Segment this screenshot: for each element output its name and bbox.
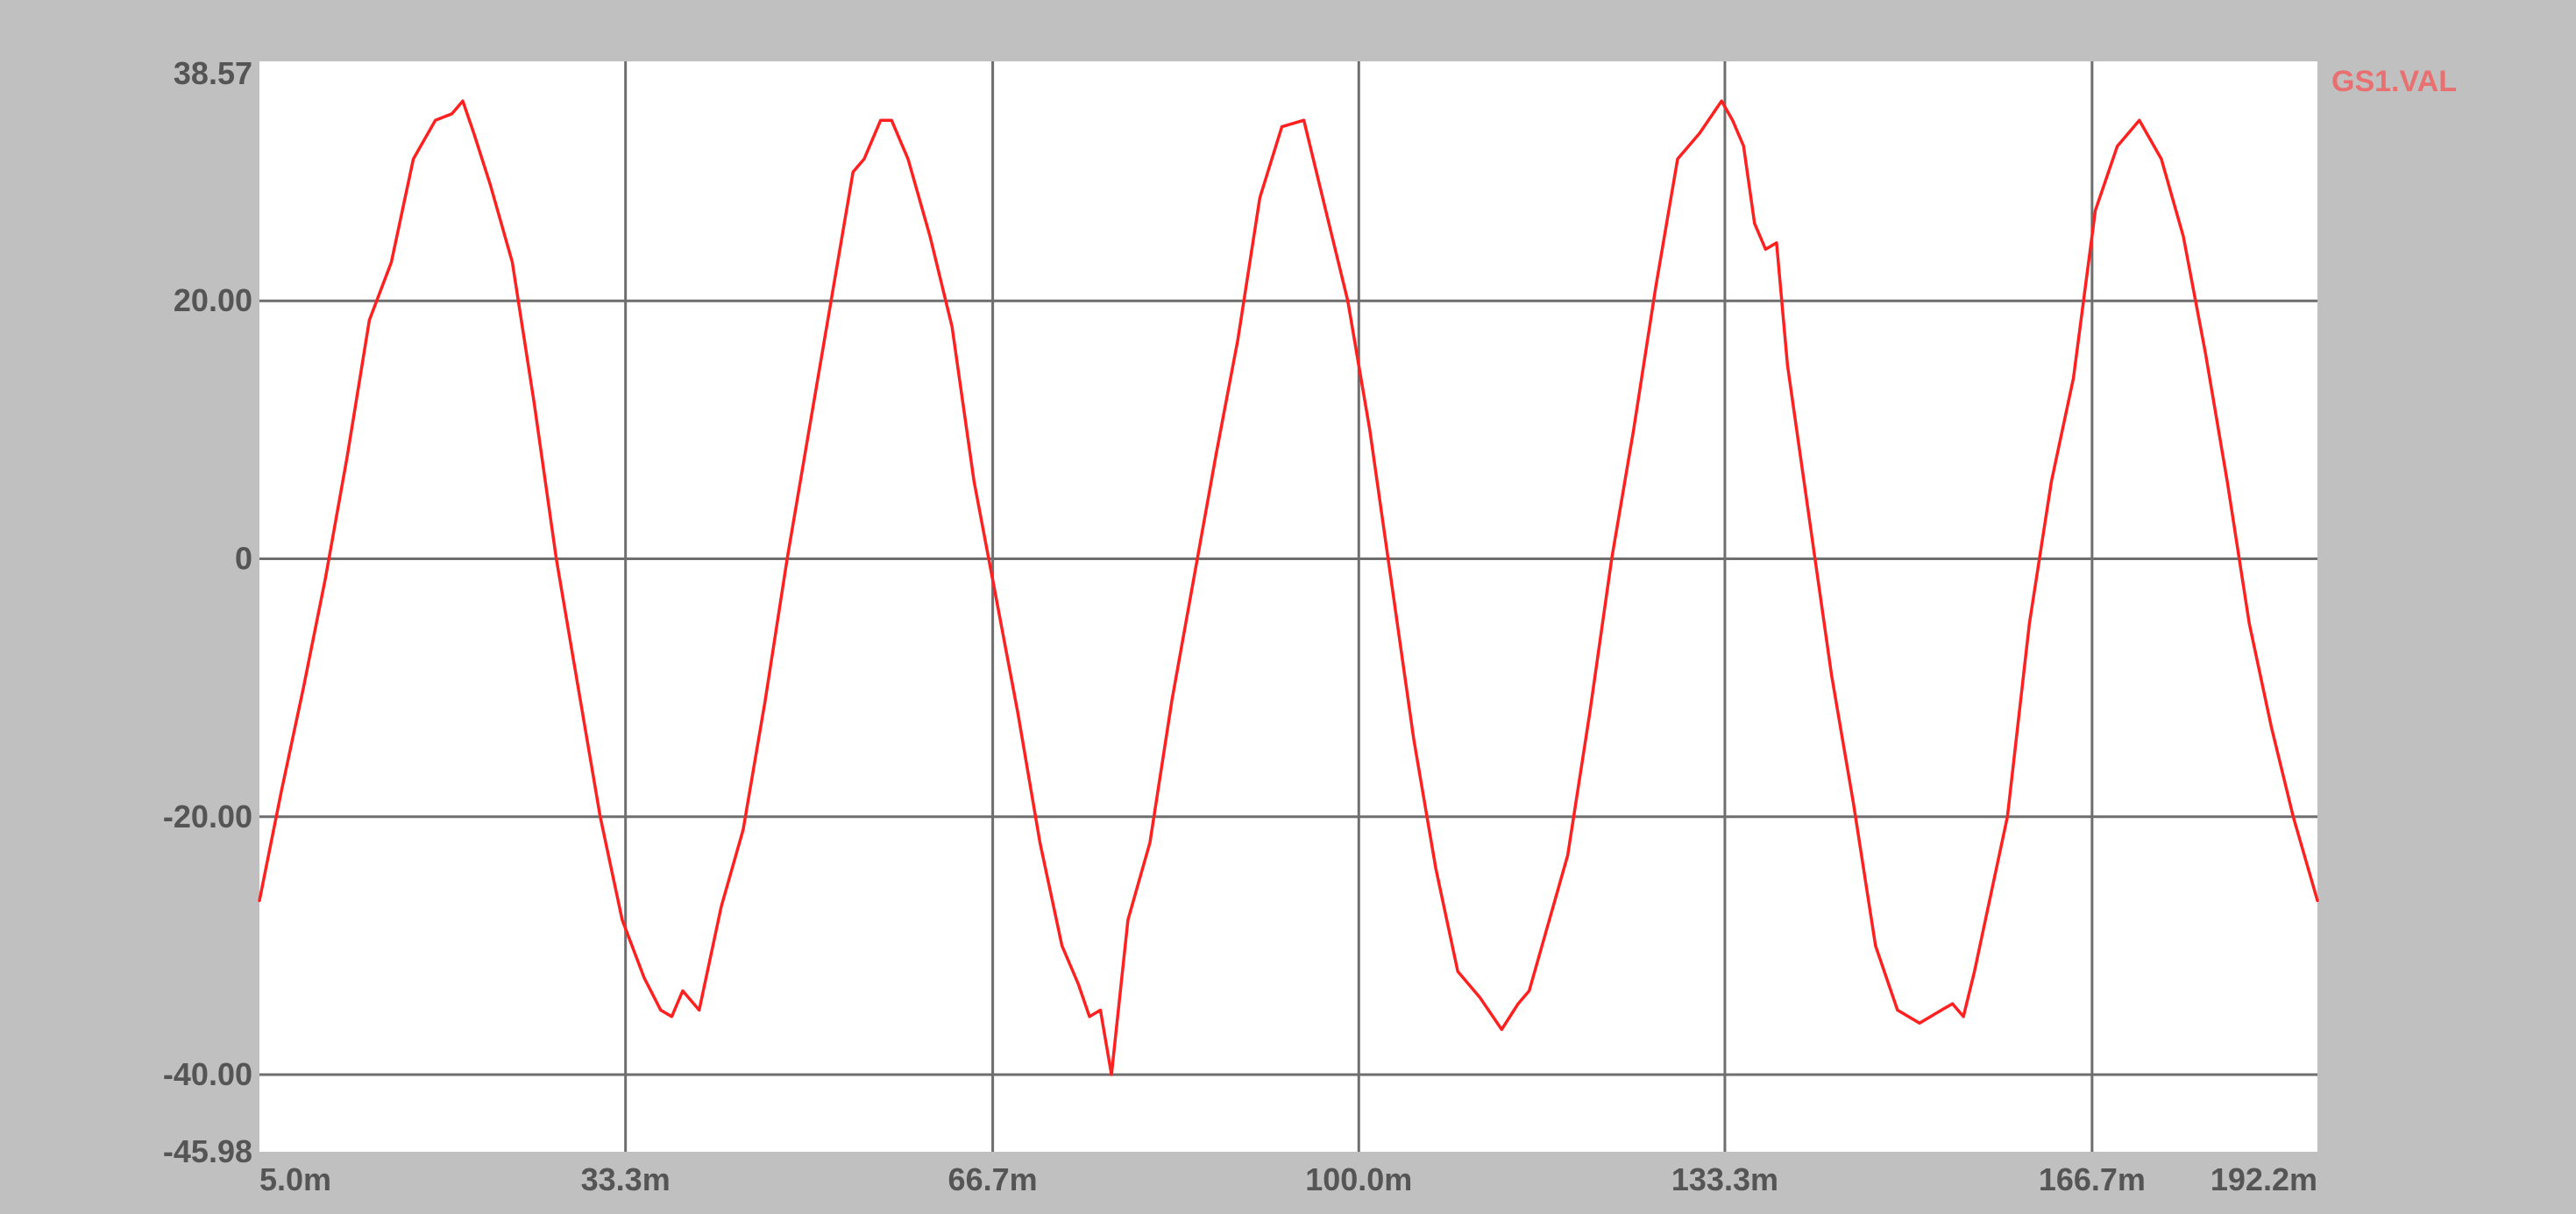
y-tick-label: -40.00: [163, 1056, 252, 1092]
y-tick-label: -45.98: [163, 1133, 252, 1169]
y-tick-label: 0: [235, 540, 252, 576]
chart: 38.57 20.00 0 -20.00 -40.00 -45.98 5.0m 33.3m 6…: [0, 0, 2576, 1214]
x-tick-label: 33.3m: [581, 1161, 671, 1197]
x-tick-label: 66.7m: [948, 1161, 1038, 1197]
y-tick-label: -20.00: [163, 799, 252, 834]
plot-area: [259, 61, 2317, 1152]
legend: GS1.VAL: [2331, 65, 2457, 98]
x-tick-label: 100.0m: [1305, 1161, 1412, 1197]
x-tick-label: 133.3m: [1671, 1161, 1778, 1197]
legend-entry: GS1.VAL: [2331, 65, 2457, 98]
y-tick-label: 38.57: [174, 55, 252, 91]
y-tick-label: 20.00: [174, 282, 252, 318]
x-tick-label: 5.0m: [259, 1161, 331, 1197]
x-tick-label: 166.7m: [2039, 1161, 2146, 1197]
x-tick-label: 192.2m: [2211, 1161, 2317, 1197]
